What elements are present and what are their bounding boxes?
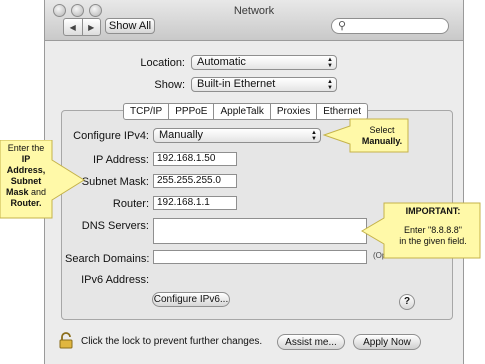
show-popup[interactable]: Built-in Ethernet ▲ ▼ xyxy=(191,77,337,92)
search-domains-field[interactable] xyxy=(153,250,367,264)
tab-tcpip[interactable]: TCP/IP xyxy=(124,104,168,119)
left-callout-line-3: Address, xyxy=(6,165,46,175)
bottom-right-callout: IMPORTANT: Enter "8.8.8.8" in the given … xyxy=(386,206,480,247)
popup-arrows-icon: ▲ ▼ xyxy=(311,130,317,142)
ip-address-field[interactable]: 192.168.1.50 xyxy=(153,152,237,166)
top-right-callout-line-1: Select xyxy=(369,125,395,135)
help-button[interactable]: ? xyxy=(399,294,415,310)
search-icon: ⚲ xyxy=(338,20,347,32)
subnet-mask-field[interactable]: 255.255.255.0 xyxy=(153,174,237,188)
left-callout-line-6: Router. xyxy=(10,198,42,208)
left-callout-line-1: Enter the xyxy=(7,143,45,153)
show-label: Show: xyxy=(154,79,185,91)
forward-button[interactable]: ▶ xyxy=(81,19,101,35)
lock-message: Click the lock to prevent further change… xyxy=(81,336,263,347)
configure-ipv6-button[interactable]: Configure IPv6... xyxy=(152,292,230,307)
left-callout: Enter the IP Address, Subnet Mask and Ro… xyxy=(2,143,50,209)
dns-servers-label: DNS Servers: xyxy=(81,220,149,232)
left-callout-line-5: Mask and xyxy=(5,187,47,197)
configure-ipv4-popup[interactable]: Manually ▲ ▼ xyxy=(153,128,321,143)
show-all-button[interactable]: Show All xyxy=(105,18,155,34)
location-label: Location: xyxy=(140,57,185,69)
search-domains-label: Search Domains: xyxy=(65,253,150,265)
title-bar: Network ◀ ▶ Show All ⚲ xyxy=(45,0,463,41)
bottom-right-callout-line-1: IMPORTANT: xyxy=(405,206,461,216)
back-button[interactable]: ◀ xyxy=(64,19,82,35)
dns-servers-field[interactable] xyxy=(153,218,367,244)
top-right-callout-line-2: Manually. xyxy=(361,136,403,146)
tab-appletalk[interactable]: AppleTalk xyxy=(213,104,269,119)
tab-ethernet[interactable]: Ethernet xyxy=(316,104,367,119)
bottom-right-callout-line-3: in the given field. xyxy=(399,236,467,246)
tab-pppoe[interactable]: PPPoE xyxy=(168,104,213,119)
apply-now-button[interactable]: Apply Now xyxy=(353,334,421,350)
show-value: Built-in Ethernet xyxy=(197,78,276,90)
location-popup[interactable]: Automatic ▲ ▼ xyxy=(191,55,337,70)
router-field[interactable]: 192.168.1.1 xyxy=(153,196,237,210)
window-title: Network xyxy=(233,5,275,17)
search-input[interactable]: ⚲ xyxy=(331,18,449,34)
tab-proxies[interactable]: Proxies xyxy=(269,104,316,119)
left-callout-line-4: Subnet xyxy=(10,176,42,186)
lock-icon[interactable] xyxy=(59,332,73,352)
assist-me-button[interactable]: Assist me... xyxy=(277,334,345,350)
configure-ipv4-value: Manually xyxy=(159,129,204,141)
network-window: Network ◀ ▶ Show All ⚲ Location: Automat… xyxy=(44,0,464,364)
top-right-callout: Select Manually. xyxy=(352,125,412,147)
nav-buttons: ◀ ▶ xyxy=(63,18,101,36)
popup-arrows-icon: ▲ ▼ xyxy=(327,57,333,69)
location-value: Automatic xyxy=(197,56,246,68)
left-callout-line-2: IP xyxy=(21,154,31,164)
bottom-right-callout-line-2: Enter "8.8.8.8" xyxy=(404,225,462,235)
ipv6-address-label: IPv6 Address: xyxy=(81,274,149,286)
popup-arrows-icon: ▲ ▼ xyxy=(327,79,333,91)
